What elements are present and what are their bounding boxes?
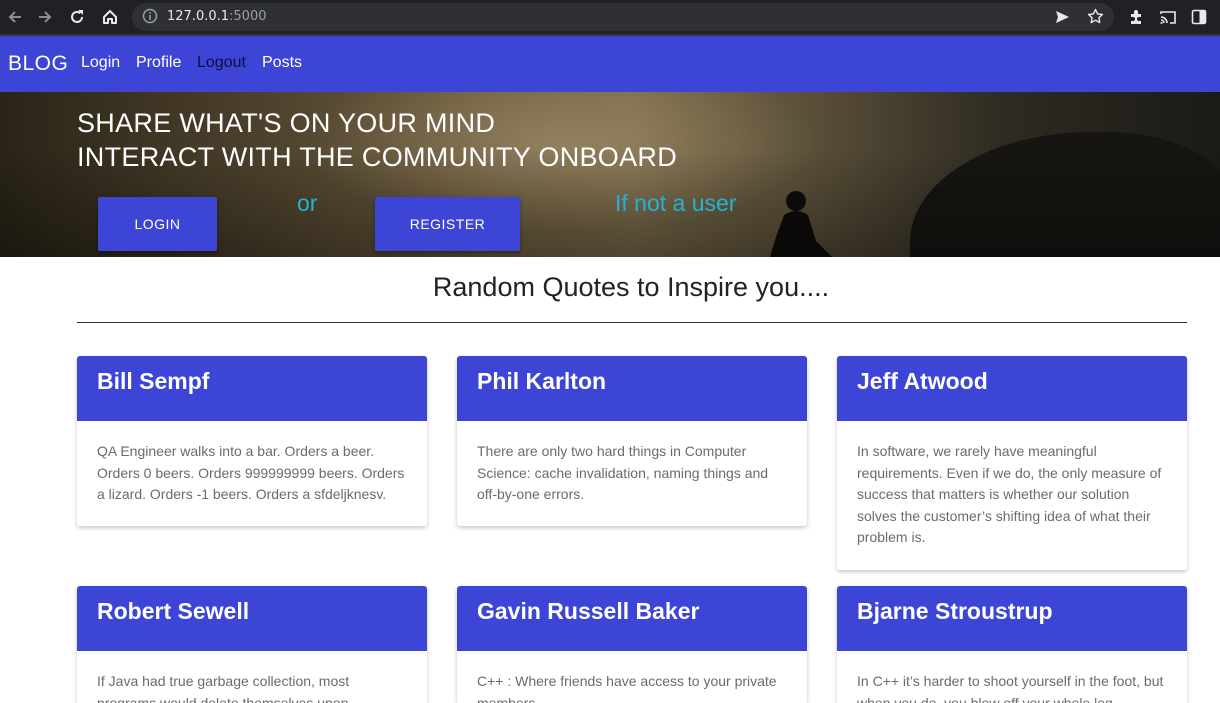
- quote-text: C++ : Where friends have access to your …: [477, 673, 777, 703]
- quote-card: Phil Karlton There are only two hard thi…: [457, 356, 807, 526]
- quote-card: Bill Sempf QA Engineer walks into a bar.…: [77, 356, 427, 526]
- quote-author: Robert Sewell: [97, 598, 250, 624]
- quote-text: There are only two hard things in Comput…: [477, 443, 769, 502]
- reload-icon[interactable]: [66, 6, 88, 28]
- brand-logo[interactable]: BLOG: [8, 52, 68, 76]
- quote-author: Jeff Atwood: [857, 368, 988, 394]
- quote-author: Phil Karlton: [477, 368, 607, 394]
- hero-headline-2: INTERACT WITH THE COMMUNITY ONBOARD: [77, 142, 678, 172]
- quote-text: In C++ it’s harder to shoot yourself in …: [857, 673, 1164, 703]
- quote-card-header: Robert Sewell: [77, 586, 427, 651]
- quote-card: Gavin Russell Baker C++ : Where friends …: [457, 586, 807, 703]
- quote-card-header: Phil Karlton: [457, 356, 807, 421]
- hero-headline-1: SHARE WHAT'S ON YOUR MIND: [77, 108, 496, 138]
- quote-card: Bjarne Stroustrup In C++ it’s harder to …: [837, 586, 1187, 703]
- back-icon[interactable]: [4, 6, 26, 28]
- url-text: 127.0.0.1:5000: [167, 9, 267, 24]
- quotes-divider: [77, 322, 1187, 323]
- extensions-icon[interactable]: [1125, 6, 1147, 28]
- info-icon[interactable]: [142, 8, 158, 29]
- forward-icon[interactable]: [34, 6, 56, 28]
- quote-author: Bjarne Stroustrup: [857, 598, 1053, 624]
- or-text: or: [297, 190, 318, 216]
- quote-card-header: Bjarne Stroustrup: [837, 586, 1187, 651]
- quote-text: If Java had true garbage collection, mos…: [97, 673, 350, 703]
- quote-card-header: Jeff Atwood: [837, 356, 1187, 421]
- site-navbar: BLOG Login Profile Logout Posts: [0, 36, 1220, 92]
- quote-card-header: Bill Sempf: [77, 356, 427, 421]
- browser-toolbar: 127.0.0.1:5000: [0, 0, 1220, 34]
- sidebar-icon[interactable]: [1188, 6, 1210, 28]
- hero-banner: SHARE WHAT'S ON YOUR MIND INTERACT WITH …: [0, 92, 1220, 257]
- register-button[interactable]: REGISTER: [375, 197, 520, 251]
- quote-card: Robert Sewell If Java had true garbage c…: [77, 586, 427, 703]
- cast-icon[interactable]: [1157, 6, 1179, 28]
- quote-text: QA Engineer walks into a bar. Orders a b…: [97, 443, 405, 502]
- nav-link-login[interactable]: Login: [81, 54, 120, 72]
- quote-author: Gavin Russell Baker: [477, 598, 700, 624]
- login-button[interactable]: LOGIN: [98, 197, 217, 251]
- quote-card: Jeff Atwood In software, we rarely have …: [837, 356, 1187, 570]
- star-icon[interactable]: [1087, 8, 1104, 30]
- send-icon[interactable]: [1054, 9, 1070, 30]
- nav-link-profile[interactable]: Profile: [136, 54, 181, 72]
- nav-link-logout[interactable]: Logout: [197, 54, 246, 72]
- address-bar[interactable]: 127.0.0.1:5000: [132, 3, 1114, 31]
- nav-link-posts[interactable]: Posts: [262, 54, 302, 72]
- quote-card-header: Gavin Russell Baker: [457, 586, 807, 651]
- quote-text: In software, we rarely have meaningful r…: [857, 443, 1162, 545]
- home-icon[interactable]: [99, 6, 121, 28]
- not-a-user-text: If not a user: [615, 190, 737, 216]
- quotes-heading: Random Quotes to Inspire you....: [432, 272, 830, 302]
- quote-author: Bill Sempf: [97, 368, 210, 394]
